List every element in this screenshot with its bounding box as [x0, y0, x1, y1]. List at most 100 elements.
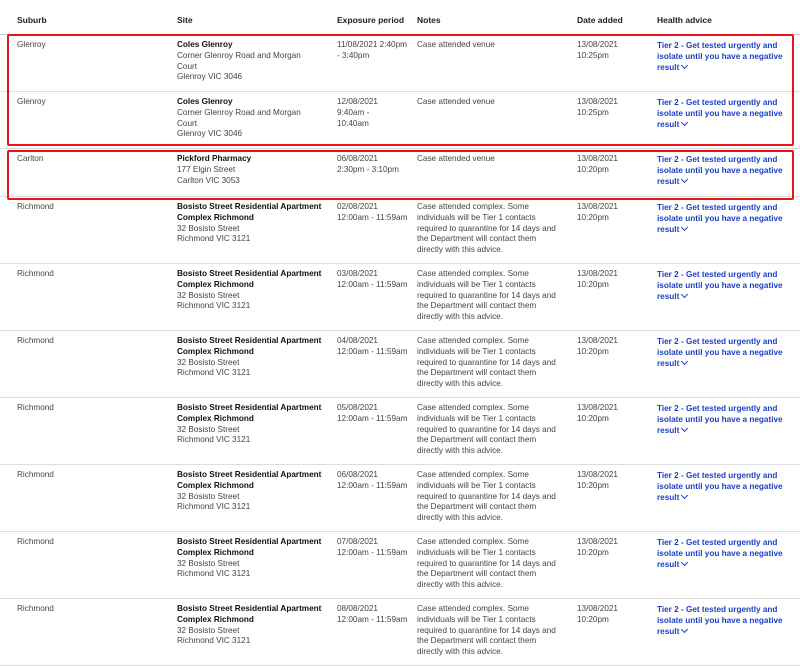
health-advice-line[interactable]: isolate until you have a negative [657, 415, 795, 426]
health-advice-line[interactable]: result [657, 359, 679, 368]
health-advice-line[interactable]: Tier 2 - Get tested urgently and [657, 337, 795, 348]
notes-line: directly with this advice. [417, 513, 504, 523]
date-added-cell: 13/08/2021 10:25pm [577, 97, 647, 119]
chevron-down-icon[interactable] [681, 175, 689, 183]
notes-line: Case attended complex. Some [417, 336, 529, 345]
header-exposure-period: Exposure period [337, 15, 405, 25]
chevron-down-icon[interactable] [681, 424, 689, 432]
health-advice-toggle[interactable]: Tier 2 - Get tested urgently and isolate … [657, 471, 795, 503]
date-added-line: 10:20pm [577, 212, 609, 222]
date-added-cell: 13/08/2021 10:20pm [577, 202, 647, 224]
health-advice-toggle[interactable]: Tier 2 - Get tested urgently and isolate … [657, 203, 795, 235]
health-advice-toggle[interactable]: Tier 2 - Get tested urgently and isolate … [657, 538, 795, 570]
health-advice-line[interactable]: isolate until you have a negative [657, 52, 795, 63]
health-advice-toggle[interactable]: Tier 2 - Get tested urgently and isolate … [657, 337, 795, 369]
health-advice-toggle[interactable]: Tier 2 - Get tested urgently and isolate … [657, 41, 795, 73]
suburb-cell: Carlton [17, 154, 167, 165]
date-added-line: 13/08/2021 [577, 269, 618, 278]
health-advice-toggle[interactable]: Tier 2 - Get tested urgently and isolate … [657, 155, 795, 187]
site-name: Complex Richmond [177, 480, 254, 490]
date-added-cell: 13/08/2021 10:20pm [577, 269, 647, 291]
health-advice-line[interactable]: isolate until you have a negative [657, 482, 795, 493]
notes-line: directly with this advice. [417, 580, 504, 590]
site-address-line: 32 Bosisto Street [177, 625, 240, 635]
site-name: Pickford Pharmacy [177, 154, 252, 163]
notes-line: the Department will contact them [417, 234, 537, 244]
exposure-period-cell: 06/08/2021 12:00am - 11:59am [337, 470, 415, 492]
health-advice-line[interactable]: Tier 2 - Get tested urgently and [657, 471, 795, 482]
health-advice-line[interactable]: isolate until you have a negative [657, 166, 795, 177]
health-advice-line[interactable]: isolate until you have a negative [657, 281, 795, 292]
notes-cell: Case attended venue [417, 154, 572, 165]
health-advice-line[interactable]: Tier 2 - Get tested urgently and [657, 155, 795, 166]
site-address-line: Court [177, 61, 198, 71]
notes-cell: Case attended venue [417, 97, 572, 108]
site-address-line: Corner Glenroy Road and Morgan [177, 50, 301, 60]
table-row: Richmond Bosisto Street Residential Apart… [0, 330, 800, 398]
exposure-period-cell: 04/08/2021 12:00am - 11:59am [337, 336, 415, 358]
exposure-period-line: 03/08/2021 [337, 269, 378, 278]
health-advice-line[interactable]: isolate until you have a negative [657, 549, 795, 560]
health-advice-toggle[interactable]: Tier 2 - Get tested urgently and isolate … [657, 605, 795, 637]
health-advice-line[interactable]: Tier 2 - Get tested urgently and [657, 270, 795, 281]
health-advice-line[interactable]: result [657, 63, 679, 72]
health-advice-line[interactable]: Tier 2 - Get tested urgently and [657, 605, 795, 616]
health-advice-line[interactable]: result [657, 560, 679, 569]
health-advice-line[interactable]: isolate until you have a negative [657, 348, 795, 359]
health-advice-line[interactable]: result [657, 493, 679, 502]
exposure-period-line: 02/08/2021 [337, 202, 378, 211]
site-name: Bosisto Street Residential Apartment [177, 604, 322, 613]
chevron-down-icon[interactable] [681, 491, 689, 499]
chevron-down-icon[interactable] [681, 290, 689, 298]
health-advice-toggle[interactable]: Tier 2 - Get tested urgently and isolate … [657, 98, 795, 130]
health-advice-line[interactable]: Tier 2 - Get tested urgently and [657, 404, 795, 415]
health-advice-line[interactable]: Tier 2 - Get tested urgently and [657, 538, 795, 549]
health-advice-line[interactable]: isolate until you have a negative [657, 214, 795, 225]
date-added-line: 13/08/2021 [577, 202, 618, 211]
health-advice-line[interactable]: result [657, 426, 679, 435]
health-advice-line[interactable]: Tier 2 - Get tested urgently and [657, 203, 795, 214]
date-added-cell: 13/08/2021 10:20pm [577, 470, 647, 492]
health-advice-line[interactable]: isolate until you have a negative [657, 109, 795, 120]
exposure-period-line: 12:00am - 11:59am [337, 413, 408, 423]
site-cell: Bosisto Street Residential Apartment Comp… [177, 403, 332, 446]
site-name: Bosisto Street Residential Apartment [177, 403, 322, 412]
health-advice-line[interactable]: result [657, 120, 679, 129]
site-cell: Bosisto Street Residential Apartment Comp… [177, 202, 332, 245]
date-added-line: 13/08/2021 [577, 97, 618, 106]
exposure-period-line: - 3:40pm [337, 50, 370, 60]
exposure-period-cell: 12/08/2021 9:40am -10:40am [337, 97, 415, 129]
notes-cell: Case attended complex. Some individuals w… [417, 537, 572, 591]
site-name: Bosisto Street Residential Apartment [177, 537, 322, 546]
suburb-cell: Richmond [17, 470, 167, 481]
health-advice-line[interactable]: result [657, 177, 679, 186]
exposure-period-line: 11/08/2021 2:40pm [337, 40, 407, 49]
notes-line: individuals will be Tier 1 contacts [417, 413, 536, 423]
health-advice-toggle[interactable]: Tier 2 - Get tested urgently and isolate … [657, 404, 795, 436]
health-advice-toggle[interactable]: Tier 2 - Get tested urgently and isolate … [657, 270, 795, 302]
table-header: Suburb Site Exposure period Notes Date a… [0, 0, 800, 35]
suburb-text: Carlton [17, 154, 44, 163]
health-advice-line[interactable]: result [657, 225, 679, 234]
date-added-cell: 13/08/2021 10:20pm [577, 604, 647, 626]
health-advice-line[interactable]: Tier 2 - Get tested urgently and [657, 41, 795, 52]
header-health-advice: Health advice [657, 15, 712, 25]
chevron-down-icon[interactable] [681, 357, 689, 365]
site-address-line: 32 Bosisto Street [177, 223, 240, 233]
site-address-line: 32 Bosisto Street [177, 424, 240, 434]
notes-line: individuals will be Tier 1 contacts [417, 279, 536, 289]
health-advice-line[interactable]: result [657, 627, 679, 636]
notes-line: individuals will be Tier 1 contacts [417, 614, 536, 624]
health-advice-line[interactable]: Tier 2 - Get tested urgently and [657, 98, 795, 109]
notes-line: directly with this advice. [417, 312, 504, 322]
notes-line: the Department will contact them [417, 569, 537, 579]
chevron-down-icon[interactable] [681, 223, 689, 231]
health-advice-line[interactable]: result [657, 292, 679, 301]
chevron-down-icon[interactable] [681, 61, 689, 69]
chevron-down-icon[interactable] [681, 558, 689, 566]
suburb-text: Richmond [17, 604, 54, 613]
chevron-down-icon[interactable] [681, 625, 689, 633]
exposure-period-cell: 08/08/2021 12:00am - 11:59am [337, 604, 415, 626]
health-advice-line[interactable]: isolate until you have a negative [657, 616, 795, 627]
chevron-down-icon[interactable] [681, 118, 689, 126]
